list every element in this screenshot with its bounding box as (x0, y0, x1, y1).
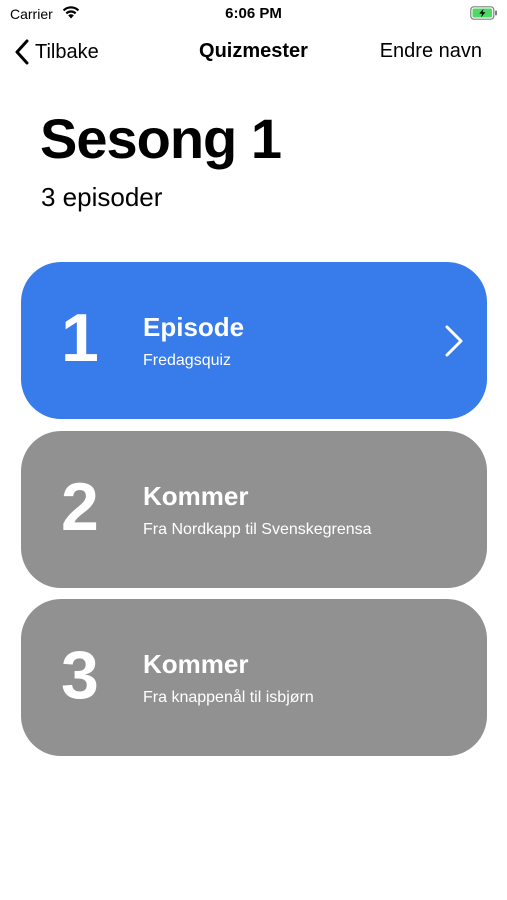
episode-number: 1 (61, 300, 99, 376)
episode-card-3[interactable]: 3 Kommer Fra knappenål til isbjørn (21, 599, 487, 756)
clock: 6:06 PM (225, 5, 282, 22)
episode-number: 3 (61, 637, 99, 713)
chevron-right-icon (445, 325, 463, 357)
episode-card-1[interactable]: 1 Episode Fredagsquiz (21, 262, 487, 419)
episode-title: Kommer (143, 481, 249, 511)
episode-count: 3 episoder (41, 182, 163, 212)
episode-title: Episode (143, 312, 245, 342)
battery-charging-icon (470, 6, 497, 20)
episode-subtitle: Fra Nordkapp til Svenskegrensa (143, 521, 372, 538)
status-bar: Carrier 6:06 PM (0, 0, 507, 28)
navigation-bar: Tilbake Quizmester Endre navn (0, 30, 507, 74)
episode-subtitle: Fra knappenål til isbjørn (143, 689, 314, 706)
episode-subtitle: Fredagsquiz (143, 352, 232, 369)
episode-title: Kommer (143, 649, 249, 679)
episode-number: 2 (61, 469, 99, 545)
episode-card-2[interactable]: 2 Kommer Fra Nordkapp til Svenskegrensa (21, 431, 487, 588)
page-title: Sesong 1 (40, 107, 282, 170)
rename-button[interactable]: Endre navn (380, 40, 482, 63)
